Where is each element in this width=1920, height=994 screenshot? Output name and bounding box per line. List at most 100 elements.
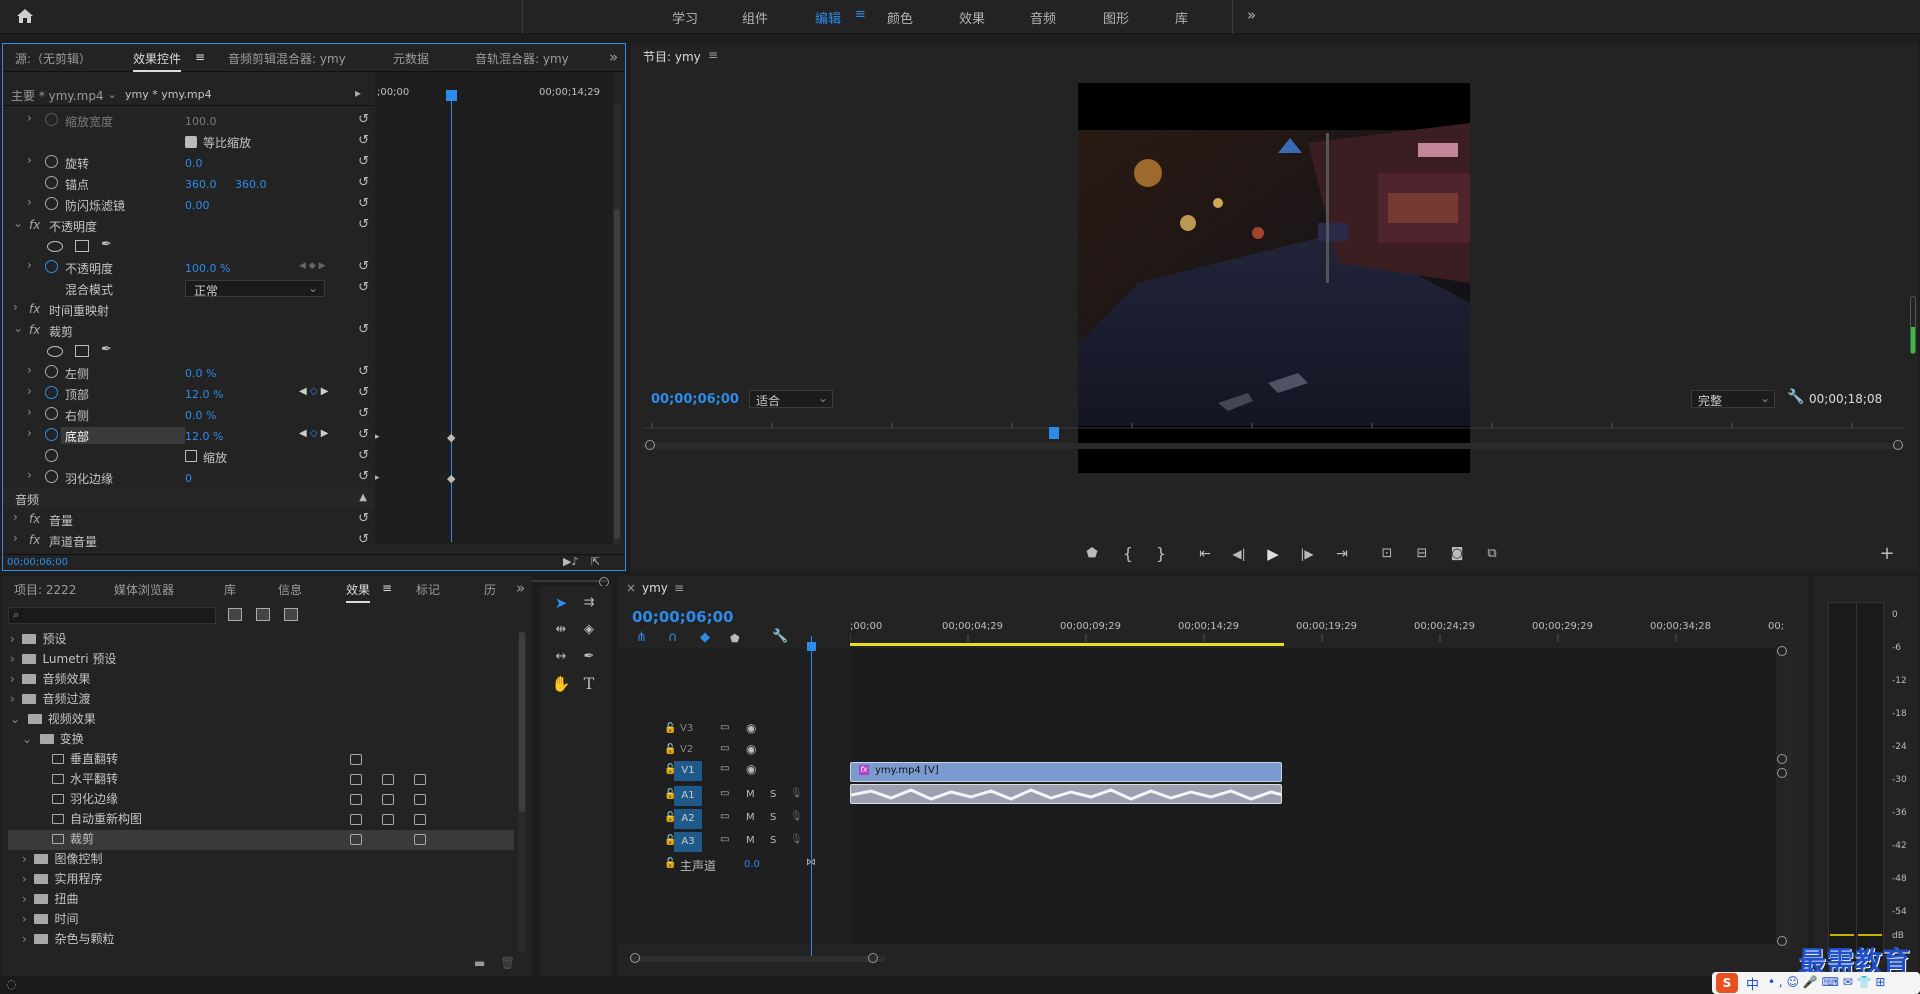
panel-menu-icon[interactable]: ≡ <box>195 50 205 64</box>
step-forward-icon[interactable]: |▶ <box>1296 543 1318 565</box>
ws-tab-graphics[interactable]: 图形 <box>1103 8 1129 27</box>
home-icon[interactable] <box>16 8 34 24</box>
opacity-fx-label[interactable]: 不透明度 <box>49 218 97 235</box>
hand-tool-icon[interactable]: ✋ <box>550 673 572 695</box>
extract-icon[interactable]: ⊟ <box>1411 543 1433 565</box>
panel-menu-icon[interactable]: ≡ <box>674 581 684 595</box>
ws-tab-color[interactable]: 颜色 <box>887 8 913 27</box>
solo-button[interactable]: S <box>770 789 776 800</box>
sync-lock-icon[interactable]: ▭ <box>720 763 729 774</box>
program-scrubber[interactable] <box>642 419 1904 429</box>
timeline-playhead[interactable] <box>811 636 812 956</box>
ws-tab-libraries[interactable]: 库 <box>1175 8 1188 27</box>
tab-metadata[interactable]: 元数据 <box>393 50 429 67</box>
tree-item[interactable]: › Lumetri 预设 <box>10 650 522 670</box>
add-marker-icon[interactable]: ⬟ <box>1081 543 1103 565</box>
mic-icon[interactable]: 🎙 <box>790 811 803 822</box>
mute-button[interactable]: M <box>746 835 755 846</box>
reset-icon[interactable]: ↺ <box>358 448 369 463</box>
ws-menu-icon[interactable]: ≡ <box>855 7 866 22</box>
reset-icon[interactable]: ↺ <box>358 322 369 337</box>
pen-tool-icon[interactable]: ✒ <box>578 646 600 668</box>
channel-volume-label[interactable]: 声道音量 <box>49 533 97 550</box>
go-to-in-icon[interactable]: ⇤ <box>1194 543 1216 565</box>
ime-lang[interactable]: 中 <box>1746 974 1759 993</box>
crop-right-value[interactable]: 0.0 % <box>185 409 216 422</box>
camera-icon[interactable]: ◙ <box>1446 543 1468 565</box>
tree-item[interactable]: › 时间 <box>22 910 534 930</box>
tree-item[interactable]: 水平翻转 <box>52 770 564 790</box>
accelerated-filter-icon[interactable] <box>228 608 242 621</box>
dropdown-chevron-icon[interactable]: ⌄ <box>107 87 117 101</box>
tree-item[interactable]: 羽化边缘 <box>52 790 564 810</box>
reset-icon[interactable]: ↺ <box>358 511 369 526</box>
trash-icon[interactable]: 🗑 <box>500 956 515 970</box>
ec-mini-timeline[interactable]: ;00;00 00;00;14;29 ▸ ◆ ▸ ◆ <box>375 72 613 582</box>
reset-icon[interactable]: ↺ <box>358 427 369 442</box>
audio-scrub-icon[interactable]: ▶♪ <box>563 555 578 568</box>
snap-icon[interactable]: ⋔ <box>636 630 647 645</box>
mute-button[interactable]: M <box>746 789 755 800</box>
tree-item[interactable]: 自动重新构图 <box>52 810 564 830</box>
a1-target[interactable]: A1 <box>674 786 702 806</box>
reset-icon[interactable]: ↺ <box>358 154 369 169</box>
sync-lock-icon[interactable]: ▭ <box>720 743 729 754</box>
tree-item[interactable]: › 扭曲 <box>22 890 534 910</box>
lift-icon[interactable]: ⊡ <box>1376 543 1398 565</box>
tab-history[interactable]: 历 <box>484 581 496 598</box>
more-workspaces-icon[interactable]: » <box>1247 6 1256 24</box>
program-playhead[interactable] <box>1049 427 1059 439</box>
settings-wrench-icon[interactable]: 🔧 <box>772 629 788 644</box>
ws-tab-editing[interactable]: 编辑 <box>815 8 841 27</box>
tab-project[interactable]: 项目: 2222 <box>14 581 76 598</box>
time-remap-label[interactable]: 时间重映射 <box>49 302 109 319</box>
ripple-edit-tool-icon[interactable]: ⇹ <box>550 619 572 641</box>
tab-effects[interactable]: 效果 <box>346 581 371 603</box>
pen-mask-icon[interactable]: ✒ <box>101 342 112 357</box>
add-button-icon[interactable]: + <box>1876 543 1898 565</box>
quality-select[interactable]: 完整 ⌄ <box>1691 390 1775 408</box>
effects-search-input[interactable]: ⌕ <box>8 607 216 624</box>
zoom-checkbox[interactable] <box>185 450 197 462</box>
32bit-filter-icon[interactable] <box>256 608 270 621</box>
scale-width-value[interactable]: 100.0 <box>185 115 217 128</box>
mark-in-icon[interactable]: { <box>1117 543 1139 565</box>
reset-icon[interactable]: ↺ <box>358 385 369 400</box>
panel-menu-icon[interactable]: ≡ <box>708 48 718 62</box>
timeline-timecode[interactable]: 00;00;06;00 <box>632 608 734 626</box>
reset-icon[interactable]: ↺ <box>358 112 369 127</box>
type-tool-icon[interactable]: T <box>578 673 600 695</box>
reset-icon[interactable]: ↺ <box>358 133 369 148</box>
timeline-ruler[interactable]: ;00;00 00;00;04;29 00;00;09;29 00;00;14;… <box>850 618 1788 648</box>
mute-button[interactable]: M <box>746 812 755 823</box>
play-triangle-icon[interactable]: ▸ <box>355 86 361 100</box>
overflow-icon[interactable]: » <box>516 579 525 597</box>
pen-mask-icon[interactable]: ✒ <box>101 237 112 252</box>
crop-bottom-value[interactable]: 12.0 % <box>185 430 223 443</box>
a2-target[interactable]: A2 <box>674 809 702 829</box>
ws-tab-audio[interactable]: 音频 <box>1030 8 1056 27</box>
tree-item[interactable]: › 实用程序 <box>22 870 534 890</box>
tab-markers[interactable]: 标记 <box>416 581 440 598</box>
mic-icon[interactable]: 🎙 <box>790 788 803 799</box>
tree-item[interactable]: › 音频过渡 <box>10 690 522 710</box>
v1-target[interactable]: V1 <box>674 761 702 781</box>
uniform-scale-checkbox[interactable] <box>185 136 197 148</box>
tree-item[interactable]: ⌄ 变换 <box>22 730 534 750</box>
volume-label[interactable]: 音量 <box>49 512 73 529</box>
linked-selection-icon[interactable]: ∩ <box>668 630 678 645</box>
keyframe-bottom-icon[interactable]: ◆ <box>447 472 455 485</box>
reset-icon[interactable]: ↺ <box>358 259 369 274</box>
rect-mask-icon[interactable] <box>75 345 89 357</box>
ws-tab-effects[interactable]: 效果 <box>959 8 985 27</box>
play-button[interactable]: ▶ <box>1262 543 1284 565</box>
a3-target[interactable]: A3 <box>674 832 702 852</box>
sync-lock-icon[interactable]: ▭ <box>720 811 729 822</box>
reset-icon[interactable]: ↺ <box>358 217 369 232</box>
keyframe-nav-icon[interactable]: ◀ ◇ ▶ <box>299 428 328 439</box>
timeline-zoom-scroll[interactable] <box>630 956 886 962</box>
ellipse-mask-icon[interactable] <box>47 241 63 252</box>
reset-icon[interactable]: ↺ <box>358 175 369 190</box>
fit-select[interactable]: 适合 ⌄ <box>749 390 833 408</box>
export-icon[interactable]: ⇱ <box>591 555 600 568</box>
